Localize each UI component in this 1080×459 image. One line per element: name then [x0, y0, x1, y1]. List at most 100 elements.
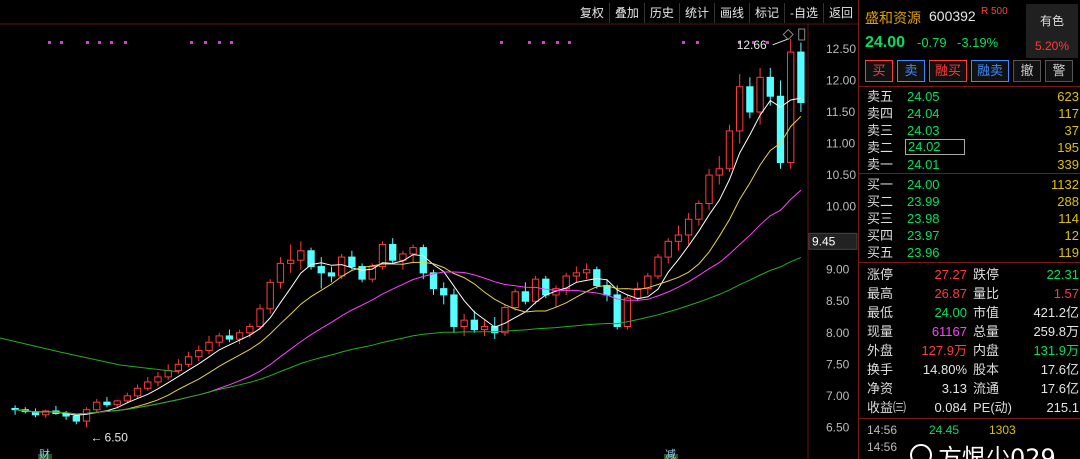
alert-button[interactable]: 警: [1045, 60, 1073, 82]
order-book-row[interactable]: 卖三 24.03 37: [859, 122, 1080, 139]
candle-up: [184, 356, 193, 365]
toolbar-item[interactable]: -自选: [783, 3, 823, 23]
event-marker: [110, 41, 113, 44]
toolbar-item[interactable]: 叠加: [608, 3, 644, 23]
toolbar-item[interactable]: 统计: [678, 3, 714, 23]
buy-button[interactable]: 买: [865, 60, 893, 82]
level-price: 23.97: [907, 228, 940, 243]
kline-chart-area[interactable]: 12.5012.0011.5011.0010.5010.009.509.008.…: [0, 0, 858, 459]
candle-up: [725, 130, 734, 170]
order-book-row[interactable]: 买二 23.99 288: [859, 193, 1080, 210]
stats-row: 净资 3.13 流通 17.6亿: [859, 379, 1080, 398]
margin-sell-button[interactable]: 融卖: [971, 60, 1009, 82]
stat-label: 涨停: [867, 267, 894, 282]
candle-up: [164, 370, 172, 378]
candle-up: [664, 240, 672, 258]
toolbar-item[interactable]: 历史: [643, 3, 679, 23]
event-marker: [60, 41, 63, 44]
candle-down: [389, 243, 397, 261]
candle-up: [409, 247, 417, 255]
order-book-row[interactable]: 买三 23.98 114: [859, 210, 1080, 227]
event-marker: [204, 41, 207, 44]
stat-value: 421.2亿: [1033, 305, 1079, 320]
stat-label: 跌停: [973, 267, 1000, 282]
candle-down: [419, 247, 427, 274]
tick-time: 14:56: [867, 440, 898, 454]
divider: [859, 173, 1080, 174]
toolbar-item[interactable]: 标记: [748, 3, 784, 23]
sector-name: 有色: [1039, 14, 1064, 28]
stat-label: 现量: [867, 324, 894, 339]
candle-down: [225, 335, 234, 340]
candle-down: [440, 288, 448, 296]
stats-row: 收益㈢ 0.084 PE(动) 215.1: [859, 398, 1080, 417]
trade-buttons: 买 卖 融买 融卖 撤 警: [865, 60, 1073, 82]
stat-label: 外盘: [867, 343, 894, 358]
candle-down: [797, 51, 805, 104]
stock-name: 盛和资源: [865, 10, 921, 26]
candle-down: [766, 76, 774, 97]
level-label: 买一: [867, 177, 894, 192]
level-label: 买四: [867, 228, 894, 243]
candle-down: [327, 272, 336, 277]
stat-label: 总量: [973, 324, 1000, 339]
order-book-row[interactable]: 买一 24.00 1132: [859, 176, 1080, 193]
low-price-label: ←: [91, 430, 103, 444]
price-axis-label: 8.50: [826, 294, 850, 308]
stats-row: 涨停 27.27 跌停 22.31: [859, 265, 1080, 284]
sell-button[interactable]: 卖: [897, 60, 925, 82]
stat-value: 24.00: [934, 305, 967, 320]
candle-down: [521, 291, 530, 302]
high-price-label: 12.66: [737, 38, 767, 52]
sector-tag[interactable]: 有色 5.20%: [1026, 4, 1078, 58]
candle-up: [113, 400, 121, 406]
candle-up: [674, 234, 683, 242]
kline-chart[interactable]: 12.5012.0011.5011.0010.5010.009.509.008.…: [0, 0, 858, 459]
toolbar-item[interactable]: 返回: [822, 3, 858, 23]
quote-panel: 盛和资源 600392 R 500 有色 5.20% 24.00 -0.79 -…: [858, 0, 1080, 459]
candle-up: [82, 409, 91, 422]
ma60-line: [15, 256, 802, 415]
event-marker: [500, 41, 503, 44]
candle-up: [368, 266, 376, 280]
order-book-row[interactable]: 卖一 24.01 339: [859, 156, 1080, 173]
candle-up: [174, 363, 183, 372]
candle-up: [154, 376, 162, 383]
event-marker: [568, 41, 571, 44]
candle-up: [93, 401, 101, 411]
level-label: 卖一: [867, 157, 894, 172]
level-volume: 119: [1058, 245, 1079, 260]
cancel-order-button[interactable]: 撤: [1013, 60, 1041, 82]
order-book-row[interactable]: 卖四 24.04 117: [859, 105, 1080, 122]
event-marker: [86, 41, 89, 44]
order-book-row[interactable]: 卖五 24.05 623: [859, 88, 1080, 105]
event-marker: [696, 41, 699, 44]
candle-up: [572, 272, 581, 277]
event-marker: [218, 41, 221, 44]
stat-value: 17.6亿: [1040, 362, 1079, 377]
candle-up: [705, 174, 713, 204]
candle-up: [756, 76, 764, 113]
order-book-row[interactable]: 买四 23.97 12: [859, 227, 1080, 244]
event-marker: [230, 41, 233, 44]
level-price: 23.98: [907, 211, 940, 226]
toolbar-item[interactable]: 画线: [713, 3, 749, 23]
level-volume: 195: [1057, 140, 1079, 155]
stat-label: 净资: [867, 381, 894, 396]
event-marker: [98, 41, 101, 44]
candle-up: [715, 168, 723, 176]
price-axis-label: 11.00: [826, 137, 855, 151]
price-change: -0.79: [917, 35, 947, 50]
low-price-value: 6.50: [105, 430, 129, 444]
level-volume: 1132: [1051, 177, 1079, 192]
r-badge: R 500: [981, 6, 1008, 17]
level-label: 卖五: [867, 89, 894, 104]
stats-row: 最高 26.87 量比 1.57: [859, 284, 1080, 303]
level-label: 卖四: [867, 106, 894, 121]
toolbar-item[interactable]: 复权: [575, 3, 609, 23]
order-book-row[interactable]: 买五 23.96 119: [859, 244, 1080, 261]
stat-label: 换手: [867, 362, 894, 377]
margin-buy-button[interactable]: 融买: [929, 60, 967, 82]
order-book-row[interactable]: 卖二 24.02 195: [859, 139, 1080, 156]
candle-up: [501, 307, 509, 334]
